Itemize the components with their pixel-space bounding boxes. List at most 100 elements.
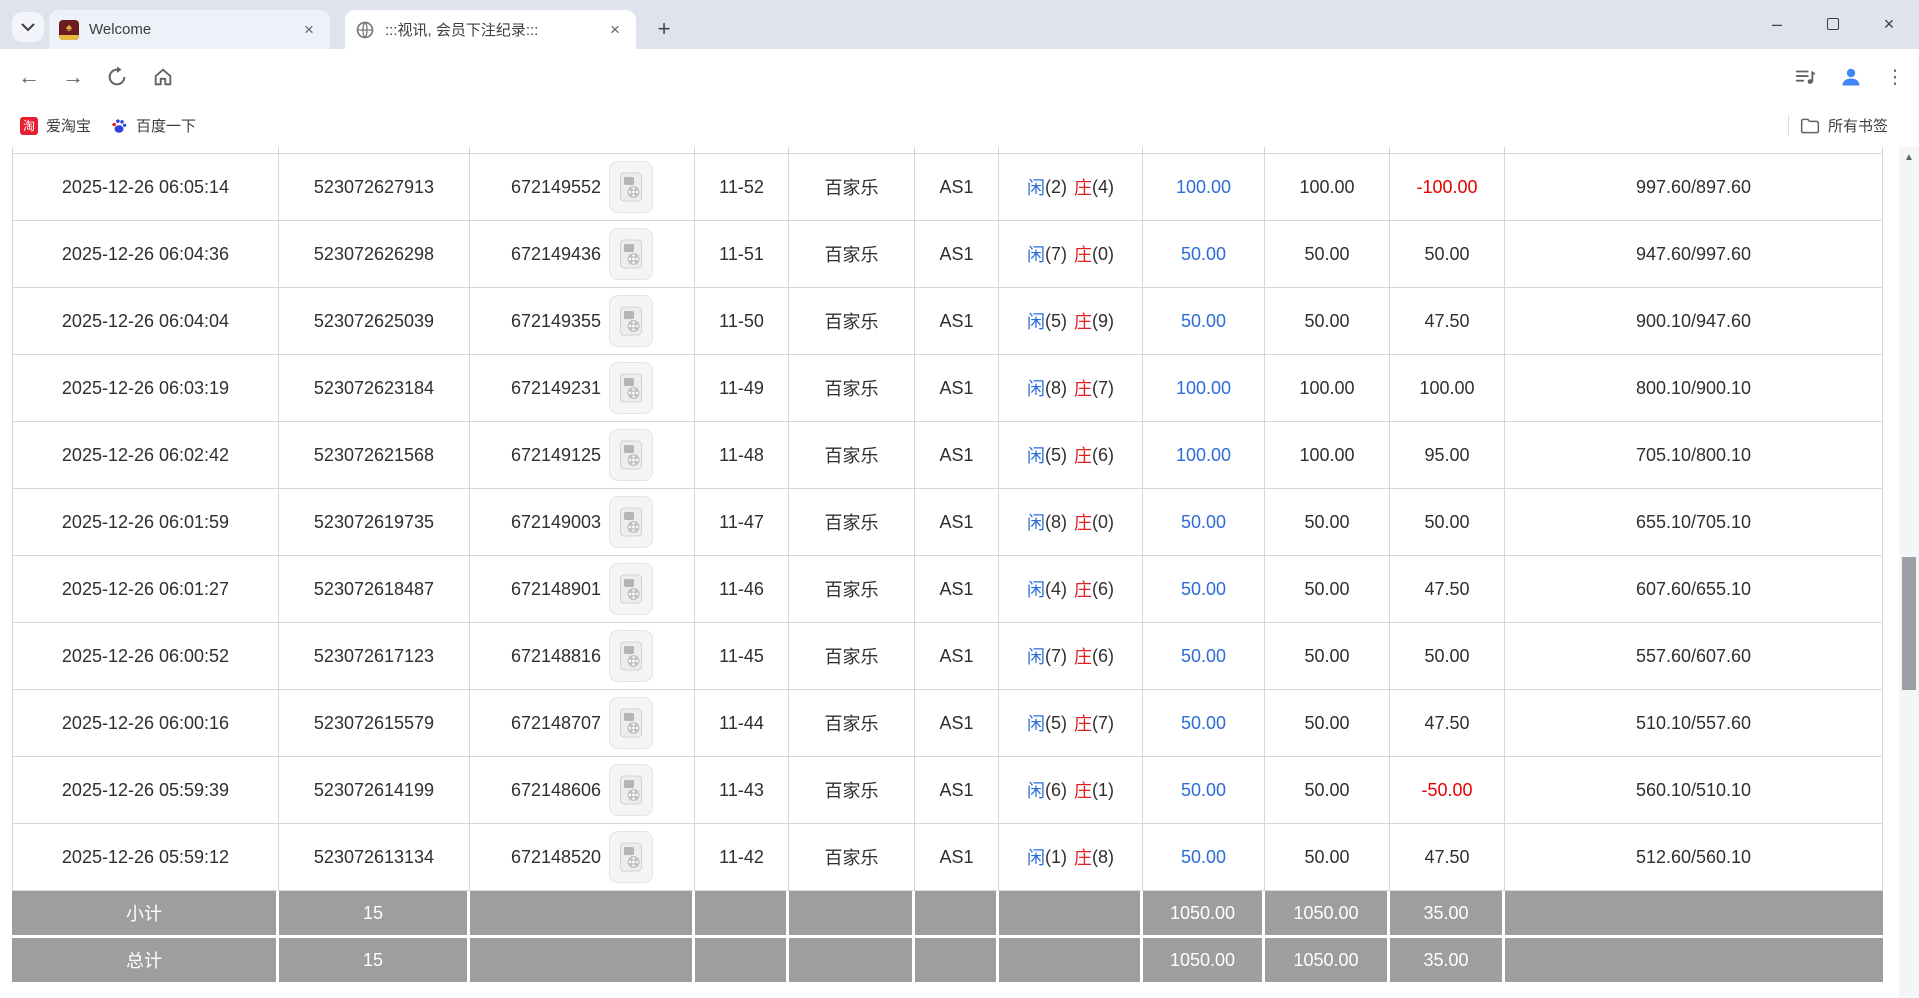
video-replay-button[interactable] [609, 429, 653, 481]
scrollbar-thumb[interactable] [1902, 557, 1916, 690]
valid-amount: 50.00 [1265, 288, 1390, 355]
bet-time: 2025-12-26 06:00:52 [12, 623, 279, 690]
bet-amount-link[interactable]: 100.00 [1143, 154, 1265, 221]
banker-bet-value: (9) [1092, 311, 1114, 332]
valid-amount: 50.00 [1265, 556, 1390, 623]
page-content: 2025-12-26 06:05:14 523072627913 6721495… [0, 147, 1919, 998]
game-name: 百家乐 [789, 757, 915, 824]
menu-dots-button[interactable]: ⋮ [1880, 62, 1910, 92]
scroll-up-arrow-icon[interactable]: ▲ [1899, 147, 1919, 167]
bet-id: 523072626298 [279, 221, 470, 288]
bookmark-baidu[interactable]: 百度一下 [104, 112, 202, 139]
video-replay-button[interactable] [609, 831, 653, 883]
table-row: 2025-12-26 05:59:39 523072614199 6721486… [12, 757, 1883, 824]
game-number: 672148606 [511, 780, 601, 801]
bet-amount-link[interactable]: 50.00 [1143, 623, 1265, 690]
subtotal-valid-amount: 1050.00 [1265, 891, 1390, 935]
banker-bet-label: 庄 [1074, 174, 1092, 200]
tab-close-icon[interactable]: × [604, 19, 626, 41]
folder-icon [1800, 117, 1820, 135]
video-replay-button[interactable] [609, 496, 653, 548]
bet-amount-link[interactable]: 50.00 [1143, 757, 1265, 824]
video-replay-button[interactable] [609, 697, 653, 749]
table-row: 2025-12-26 05:59:12 523072613134 6721485… [12, 824, 1883, 891]
video-replay-button[interactable] [609, 228, 653, 280]
banker-bet-value: (7) [1092, 378, 1114, 399]
video-replay-button[interactable] [609, 161, 653, 213]
window-maximize-button[interactable] [1818, 10, 1848, 38]
new-tab-button[interactable]: + [650, 15, 678, 43]
window-close-button[interactable]: × [1874, 10, 1904, 38]
table-rows: 2025-12-26 06:05:14 523072627913 6721495… [12, 154, 1883, 891]
bet-time: 2025-12-26 06:02:42 [12, 422, 279, 489]
bet-amount-link[interactable]: 100.00 [1143, 422, 1265, 489]
media-controls-button[interactable] [1790, 62, 1820, 92]
bet-amount-link[interactable]: 50.00 [1143, 489, 1265, 556]
game-name: 百家乐 [789, 824, 915, 891]
valid-amount: 50.00 [1265, 623, 1390, 690]
bookmark-taobao[interactable]: 淘 爱淘宝 [14, 112, 97, 139]
table-row: 2025-12-26 06:00:16 523072615579 6721487… [12, 690, 1883, 757]
video-replay-button[interactable] [609, 630, 653, 682]
banker-bet-value: (7) [1092, 713, 1114, 734]
bet-time: 2025-12-26 06:01:59 [12, 489, 279, 556]
bet-detail: 闲(7) 庄(6) [999, 623, 1143, 690]
bet-time: 2025-12-26 06:05:14 [12, 154, 279, 221]
player-bet-label: 闲 [1027, 643, 1045, 669]
valid-amount: 50.00 [1265, 690, 1390, 757]
player-bet-label: 闲 [1027, 241, 1045, 267]
game-name: 百家乐 [789, 489, 915, 556]
reload-button[interactable] [102, 62, 132, 92]
game-number: 672149003 [511, 512, 601, 533]
table-name: AS1 [915, 288, 999, 355]
balance-value: 510.10/557.60 [1505, 690, 1883, 757]
banker-bet-label: 庄 [1074, 576, 1092, 602]
video-replay-button[interactable] [609, 295, 653, 347]
bet-amount-link[interactable]: 50.00 [1143, 221, 1265, 288]
table-name: AS1 [915, 355, 999, 422]
vertical-scrollbar[interactable]: ▲ [1899, 147, 1919, 998]
player-bet-value: (7) [1045, 244, 1067, 265]
video-replay-button[interactable] [609, 563, 653, 615]
game-number: 672148520 [511, 847, 601, 868]
table-name: AS1 [915, 422, 999, 489]
video-replay-button[interactable] [609, 764, 653, 816]
bet-amount-link[interactable]: 50.00 [1143, 690, 1265, 757]
bet-time: 2025-12-26 06:01:27 [12, 556, 279, 623]
clipped-row-remnant [12, 147, 1883, 154]
forward-button[interactable]: → [58, 62, 88, 92]
bookmark-label: 爱淘宝 [46, 115, 91, 136]
profile-avatar[interactable] [1836, 62, 1866, 92]
back-button[interactable]: ← [14, 62, 44, 92]
table-row: 2025-12-26 06:03:19 523072623184 6721492… [12, 355, 1883, 422]
tab-search-button[interactable] [12, 12, 44, 42]
tab-welcome[interactable]: ♠ Welcome × [49, 10, 330, 49]
game-name: 百家乐 [789, 556, 915, 623]
game-number: 672149552 [511, 177, 601, 198]
bet-amount-link[interactable]: 50.00 [1143, 288, 1265, 355]
bet-id: 523072619735 [279, 489, 470, 556]
banker-bet-label: 庄 [1074, 643, 1092, 669]
bet-detail: 闲(5) 庄(7) [999, 690, 1143, 757]
all-bookmarks-button[interactable]: 所有书签 [1800, 112, 1888, 139]
bet-time: 2025-12-26 06:03:19 [12, 355, 279, 422]
subtotal-amount: 1050.00 [1143, 891, 1265, 935]
bet-id: 523072627913 [279, 154, 470, 221]
bet-amount-link[interactable]: 50.00 [1143, 824, 1265, 891]
bet-amount-link[interactable]: 100.00 [1143, 355, 1265, 422]
tab-close-icon[interactable]: × [298, 19, 320, 41]
game-number-cell: 672148606 [470, 757, 695, 824]
home-button[interactable] [148, 62, 178, 92]
bet-id: 523072613134 [279, 824, 470, 891]
balance-value: 560.10/510.10 [1505, 757, 1883, 824]
valid-amount: 100.00 [1265, 154, 1390, 221]
table-row: 2025-12-26 06:04:04 523072625039 6721493… [12, 288, 1883, 355]
window-minimize-button[interactable]: – [1762, 10, 1792, 38]
baidu-paw-icon [110, 117, 128, 135]
banker-bet-value: (6) [1092, 579, 1114, 600]
game-name: 百家乐 [789, 690, 915, 757]
bet-amount-link[interactable]: 50.00 [1143, 556, 1265, 623]
round-number: 11-50 [695, 288, 789, 355]
video-replay-button[interactable] [609, 362, 653, 414]
tab-bet-record[interactable]: :::视讯, 会员下注纪录::: × [345, 10, 636, 49]
